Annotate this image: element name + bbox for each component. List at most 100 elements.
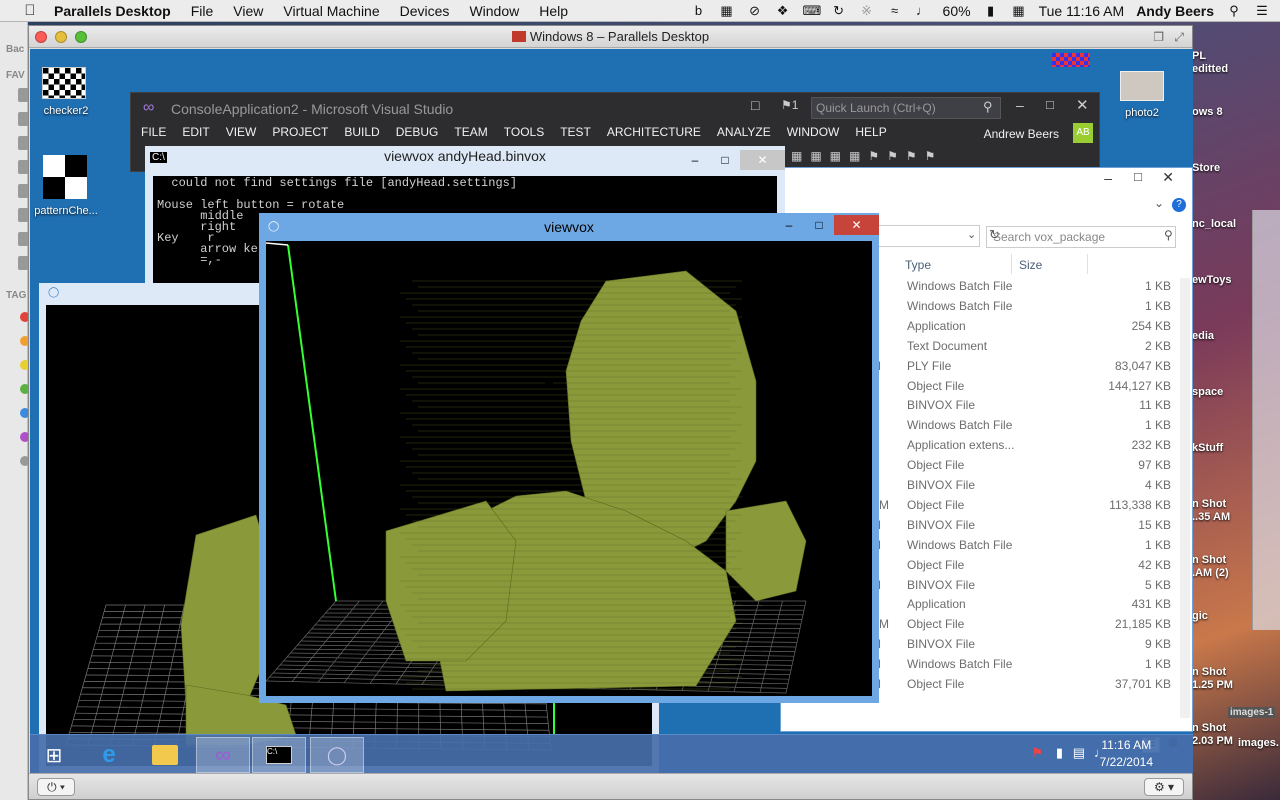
fullscreen-icon[interactable]: ⤢ <box>1174 26 1184 48</box>
desktop-label[interactable]: gic <box>1192 610 1208 622</box>
battery-percent[interactable]: 60% <box>943 3 971 19</box>
time-machine-icon[interactable]: ↻ <box>831 4 847 18</box>
console-taskbar-icon[interactable]: C:\ <box>252 737 306 773</box>
file-row[interactable]: Application extens... 232 KB <box>871 438 1181 458</box>
column-header-type[interactable]: Type <box>905 258 931 272</box>
notification-flag-icon[interactable]: ⚑1 <box>781 98 798 112</box>
internet-explorer-icon[interactable]: e <box>82 737 136 773</box>
vs-menu-file[interactable]: FILE <box>141 125 166 139</box>
power-button[interactable]: ⏻ ▾ <box>37 778 75 796</box>
opengl-taskbar-icon[interactable]: ◯ <box>310 737 364 773</box>
pattern-thumbnail[interactable] <box>43 155 87 199</box>
keyboard-icon[interactable]: ⌨ <box>803 4 822 18</box>
desktop-label[interactable]: ..35 AM <box>1192 511 1230 523</box>
chevron-down-icon[interactable]: ⌄ <box>967 228 976 241</box>
desktop-label[interactable]: ows 8 <box>1192 106 1223 118</box>
quick-launch-input[interactable]: Quick Launch (Ctrl+Q) <box>811 97 1001 119</box>
desktop-label[interactable]: PL <box>1192 50 1206 62</box>
restore-icon[interactable]: ❐ <box>1153 26 1164 48</box>
wifi-icon[interactable]: ≈ <box>887 4 903 18</box>
battery-icon[interactable]: ▮ <box>983 4 999 18</box>
file-row[interactable]: Object File 144,127 KB <box>871 379 1181 399</box>
vs-menu-edit[interactable]: EDIT <box>182 125 209 139</box>
vs-menu-window[interactable]: WINDOW <box>787 125 840 139</box>
taskbar-clock[interactable]: 11:16 AM 7/22/2014 <box>1100 737 1153 771</box>
volume-icon[interactable]: ♩ <box>915 4 931 18</box>
zoom-window-button[interactable] <box>75 31 87 43</box>
start-icon[interactable]: ⊞ <box>34 737 74 773</box>
nosign-icon[interactable]: ⊘ <box>747 4 763 18</box>
file-row[interactable]: AM Object File 113,338 KB <box>871 498 1181 518</box>
column-header-size[interactable]: Size <box>1019 258 1042 272</box>
vs-menu-team[interactable]: TEAM <box>454 125 487 139</box>
dropbox-icon[interactable]: ❖ <box>775 4 791 18</box>
vs-menu-tools[interactable]: TOOLS <box>504 125 544 139</box>
menu-help[interactable]: Help <box>539 3 568 19</box>
file-row[interactable]: Windows Batch File 1 KB <box>871 299 1181 319</box>
desktop-label[interactable]: images. <box>1238 737 1279 749</box>
minimize-icon[interactable]: – <box>1016 97 1024 113</box>
file-row[interactable]: MBINVOX File9 KB <box>871 637 1181 657</box>
maximize-icon[interactable]: □ <box>710 150 740 170</box>
desktop-label[interactable]: 2.03 PM <box>1192 735 1233 747</box>
pattern-label[interactable]: patternChe... <box>30 205 102 217</box>
network-icon[interactable]: ▤ <box>1073 745 1085 761</box>
feedback-icon[interactable]: □ <box>751 97 759 113</box>
photo-thumbnail[interactable] <box>1120 71 1164 101</box>
close-icon[interactable]: ✕ <box>834 215 879 235</box>
help-icon[interactable]: ? <box>1172 198 1186 212</box>
spotlight-search-icon[interactable]: ⚲ <box>1226 4 1242 18</box>
vs-menu-debug[interactable]: DEBUG <box>396 125 439 139</box>
desktop-label[interactable]: n Shot <box>1192 666 1226 678</box>
menu-file[interactable]: File <box>191 3 214 19</box>
vs-toolbar[interactable]: ▦▦▦▦⚑⚑⚑⚑ <box>791 149 1091 169</box>
file-row[interactable]: MWindows Batch File1 KB <box>871 538 1181 558</box>
close-icon[interactable]: ✕ <box>1076 96 1089 114</box>
file-row[interactable]: Object File 42 KB <box>871 558 1181 578</box>
file-row[interactable]: MBINVOX File5 KB <box>871 578 1181 598</box>
vs-menu-build[interactable]: BUILD <box>344 125 379 139</box>
file-row[interactable]: Windows Batch File 1 KB <box>871 279 1181 299</box>
avatar[interactable]: AB <box>1073 123 1093 143</box>
desktop-label[interactable]: kStuff <box>1192 442 1223 454</box>
vs-menu-architecture[interactable]: ARCHITECTURE <box>607 125 701 139</box>
menubar-app-name[interactable]: Parallels Desktop <box>54 3 171 19</box>
grid-icon[interactable]: ▦ <box>719 4 735 18</box>
visual-studio-taskbar-icon[interactable]: ∞ <box>196 737 250 773</box>
search-icon[interactable]: ⚲ <box>1164 228 1173 242</box>
desktop-label[interactable]: n Shot <box>1192 554 1226 566</box>
menu-devices[interactable]: Devices <box>400 3 450 19</box>
settings-button[interactable]: ⚙ ▾ <box>1144 778 1184 796</box>
desktop-label[interactable]: edia <box>1192 330 1214 342</box>
bluetooth-icon[interactable]: ※ <box>859 4 875 18</box>
file-row[interactable]: AM Object File 21,185 KB <box>871 617 1181 637</box>
scrollbar[interactable] <box>1180 278 1190 718</box>
file-row[interactable]: Text Document 2 KB <box>871 339 1181 359</box>
file-row[interactable]: BINVOX File 11 KB <box>871 398 1181 418</box>
column-divider[interactable] <box>1087 254 1088 274</box>
desktop-label[interactable]: ewToys <box>1192 274 1232 286</box>
file-explorer-icon[interactable] <box>138 737 192 773</box>
apple-icon[interactable]:  <box>20 2 40 19</box>
column-divider[interactable] <box>1011 254 1012 274</box>
search-icon[interactable]: ⚲ <box>983 99 993 115</box>
minimize-icon[interactable]: – <box>1104 170 1112 186</box>
menu-view[interactable]: View <box>233 3 263 19</box>
minimize-icon[interactable]: – <box>774 215 804 235</box>
menubar-user[interactable]: Andy Beers <box>1136 3 1214 19</box>
desktop-label[interactable]: .AM (2) <box>1192 567 1229 579</box>
parallels-titlebar[interactable]: Windows 8 – Parallels Desktop ❐ ⤢ <box>29 26 1192 48</box>
file-row[interactable]: MWindows Batch File1 KB <box>871 657 1181 677</box>
file-row[interactable]: MObject File37,701 KB <box>871 677 1181 697</box>
checker-label[interactable]: checker2 <box>36 105 96 117</box>
menubar-clock[interactable]: Tue 11:16 AM <box>1039 3 1125 19</box>
battery-icon[interactable]: ▮ <box>1056 745 1063 761</box>
checker-thumbnail[interactable] <box>42 67 86 99</box>
minimize-icon[interactable]: – <box>680 150 710 170</box>
desktop-label[interactable]: n Shot <box>1192 722 1226 734</box>
maximize-icon[interactable]: □ <box>804 215 834 235</box>
vs-menu-project[interactable]: PROJECT <box>272 125 328 139</box>
maximize-icon[interactable]: □ <box>1134 169 1142 184</box>
desktop-label[interactable]: Store <box>1192 162 1220 174</box>
vs-menu-test[interactable]: TEST <box>560 125 591 139</box>
